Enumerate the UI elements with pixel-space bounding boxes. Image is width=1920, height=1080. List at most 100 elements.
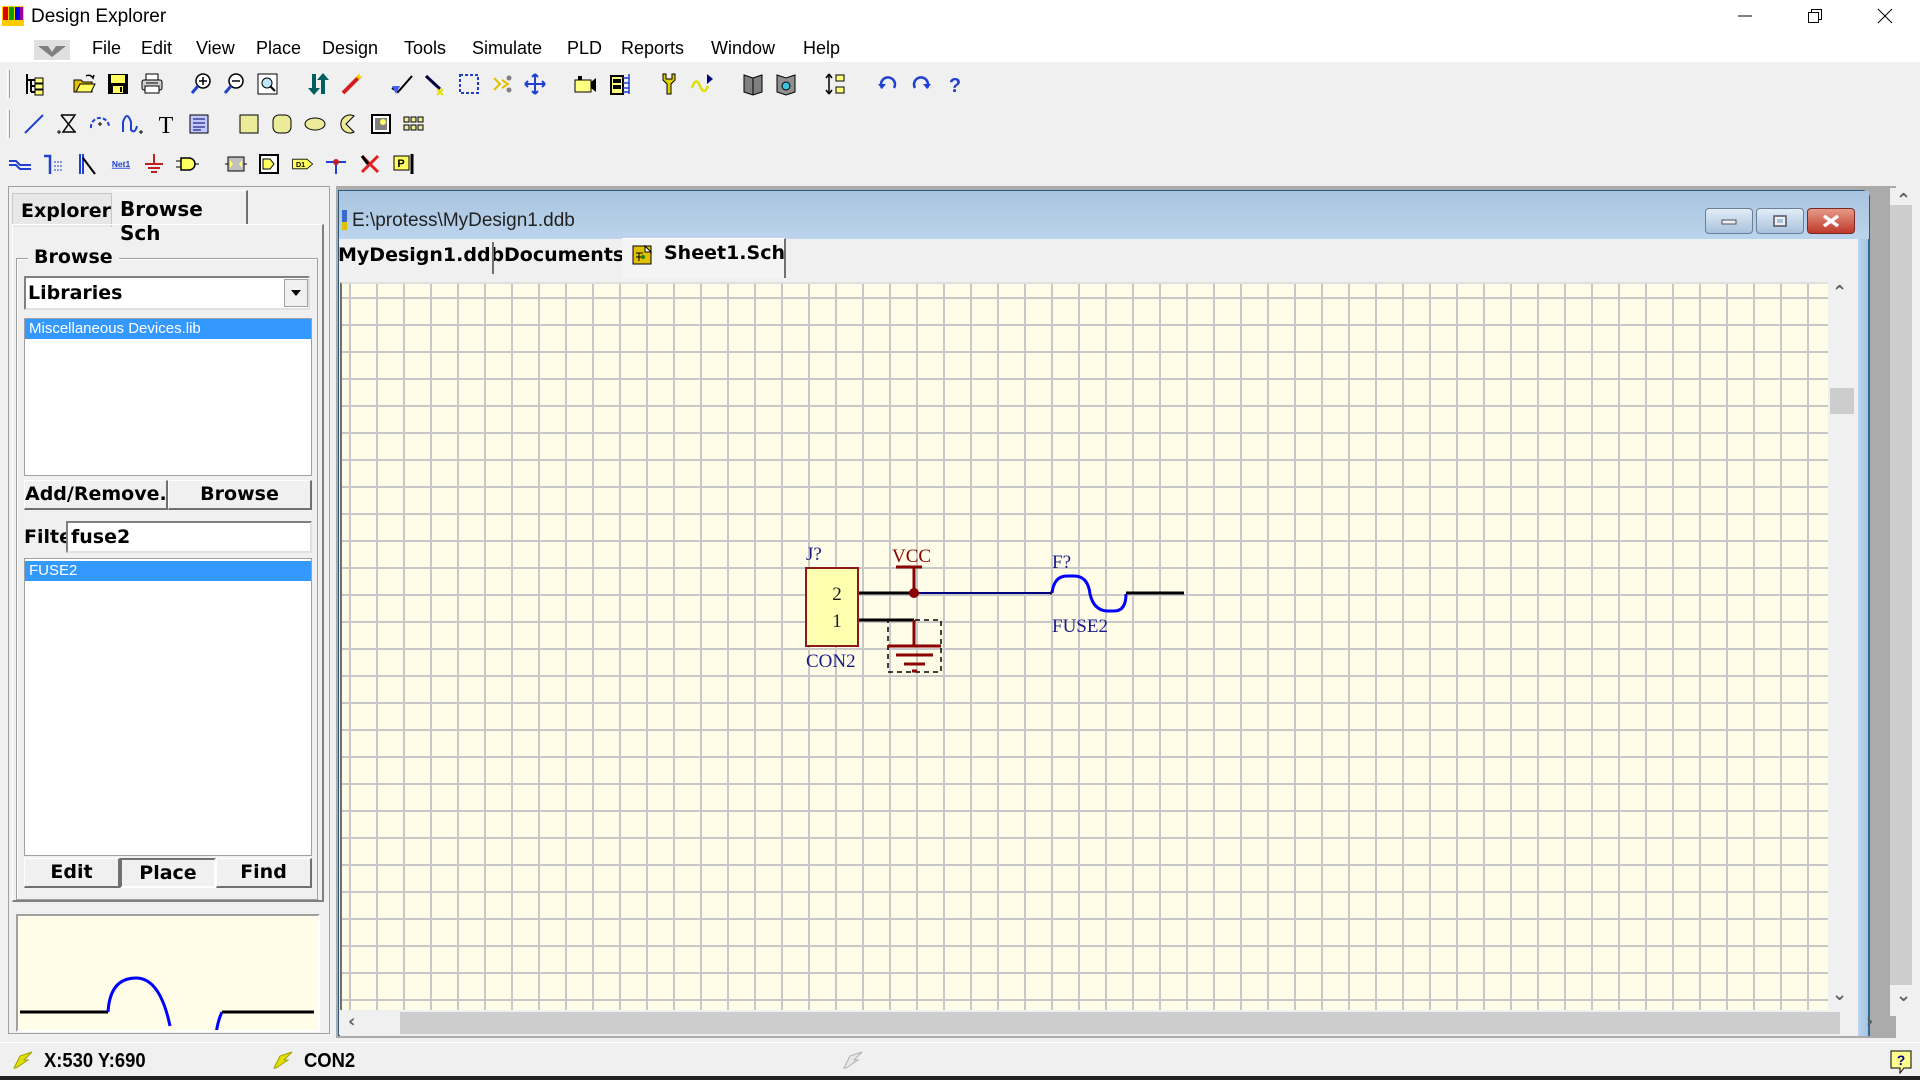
- sheet-vertical-scroll-thumb[interactable]: [1830, 388, 1854, 414]
- menu-reports[interactable]: Reports: [621, 38, 684, 59]
- browse-button[interactable]: Browse: [168, 480, 312, 510]
- port-button[interactable]: D1: [288, 150, 318, 178]
- round-rectangle-button[interactable]: [268, 110, 296, 138]
- sheet-scroll-up-icon[interactable]: ⌃: [1832, 282, 1847, 303]
- ellipse-button[interactable]: [301, 110, 329, 138]
- pcb-layout-button[interactable]: P: [389, 150, 417, 178]
- simulate-button[interactable]: [689, 70, 717, 98]
- system-menu-button[interactable]: [34, 40, 70, 60]
- text-button[interactable]: T: [152, 110, 180, 138]
- add-remove-button[interactable]: Add/Remove...: [24, 480, 181, 510]
- open-button[interactable]: [70, 70, 98, 98]
- bezier-button[interactable]: [119, 110, 147, 138]
- no-erc-button[interactable]: [356, 150, 384, 178]
- arc-button[interactable]: [86, 110, 114, 138]
- browse-sheets-button[interactable]: [338, 70, 366, 98]
- toolbar-grip[interactable]: [7, 70, 10, 98]
- move-cross-button[interactable]: [521, 70, 549, 98]
- toolbar-grip[interactable]: [7, 110, 10, 138]
- doc-restore-button[interactable]: [1756, 208, 1804, 234]
- increment-parts-button[interactable]: [822, 70, 850, 98]
- zoom-fit-button[interactable]: [254, 70, 282, 98]
- cross-probe-button[interactable]: [305, 70, 333, 98]
- bus-entry-button[interactable]: [73, 150, 101, 178]
- sheet-scroll-down-icon[interactable]: ⌄: [1832, 984, 1847, 1005]
- zoom-in-button[interactable]: [187, 70, 215, 98]
- select-area-button[interactable]: [455, 70, 483, 98]
- save-button[interactable]: [104, 70, 132, 98]
- workspace-vertical-scroll-thumb[interactable]: [1890, 205, 1912, 985]
- context-help-icon[interactable]: ?: [1890, 1050, 1912, 1074]
- deselect-button[interactable]: [488, 70, 516, 98]
- library-item[interactable]: Miscellaneous Devices.lib: [25, 319, 311, 339]
- menu-view[interactable]: View: [196, 38, 235, 59]
- junction-icon: [326, 159, 346, 174]
- menu-place[interactable]: Place: [256, 38, 301, 59]
- help-button[interactable]: ?: [941, 70, 969, 98]
- menu-simulate[interactable]: Simulate: [472, 38, 542, 59]
- filter-input[interactable]: [66, 521, 312, 553]
- component-list[interactable]: [24, 558, 312, 856]
- digital-objects-button[interactable]: [571, 70, 599, 98]
- tab-sheet1-sch[interactable]: Sheet1.Sch: [664, 242, 785, 264]
- wiring-tools-button[interactable]: [388, 70, 416, 98]
- browse-type-dropdown-button[interactable]: [284, 279, 308, 307]
- browse-type-value: Libraries: [28, 282, 123, 304]
- component-item[interactable]: FUSE2: [25, 561, 311, 581]
- print-button[interactable]: [138, 70, 166, 98]
- menu-design[interactable]: Design: [322, 38, 378, 59]
- junction-button[interactable]: [322, 150, 350, 178]
- text-frame-button[interactable]: [185, 110, 213, 138]
- menu-help[interactable]: Help: [803, 38, 840, 59]
- move-selection-button[interactable]: [421, 70, 449, 98]
- scroll-down-arrow-icon[interactable]: ⌄: [1896, 985, 1911, 1006]
- menu-edit[interactable]: Edit: [141, 38, 172, 59]
- power-port-button[interactable]: [140, 150, 168, 178]
- scroll-up-arrow-icon[interactable]: ⌃: [1896, 190, 1911, 211]
- restore-button[interactable]: [1780, 0, 1850, 32]
- probe-icon: [662, 73, 676, 95]
- tab-mydesign1-ddb[interactable]: MyDesign1.ddb: [338, 244, 504, 266]
- sheet-symbol-button[interactable]: [222, 150, 250, 178]
- close-button[interactable]: [1850, 0, 1920, 32]
- redo-button[interactable]: [907, 70, 935, 98]
- graphic-button[interactable]: [367, 110, 395, 138]
- menu-window[interactable]: Window: [711, 38, 775, 59]
- menu-pld[interactable]: PLD: [567, 38, 602, 59]
- edit-library-button[interactable]: [739, 70, 767, 98]
- sheet-scroll-right-icon[interactable]: ›: [1866, 1011, 1873, 1032]
- browse-library-button[interactable]: [772, 70, 800, 98]
- polygon-button[interactable]: [53, 110, 81, 138]
- rectangle-button[interactable]: [235, 110, 263, 138]
- fuse-component[interactable]: F? FUSE2: [1050, 552, 1184, 637]
- sheet-scroll-left-icon[interactable]: ‹: [348, 1011, 355, 1032]
- pie-button[interactable]: [334, 110, 362, 138]
- zoom-out-button[interactable]: [220, 70, 248, 98]
- line-button[interactable]: [20, 110, 48, 138]
- wire-button[interactable]: [6, 150, 34, 178]
- tab-browse-sch[interactable]: Browse Sch: [112, 190, 248, 245]
- find-button[interactable]: Find: [216, 858, 312, 888]
- menu-file[interactable]: File: [92, 38, 121, 59]
- minimize-button[interactable]: [1710, 0, 1780, 32]
- doc-minimize-button[interactable]: [1705, 208, 1753, 234]
- probe-button[interactable]: [655, 70, 683, 98]
- place-button[interactable]: Place: [120, 858, 216, 888]
- bus-button[interactable]: [40, 150, 68, 178]
- design-manager-button[interactable]: [21, 70, 49, 98]
- undo-button[interactable]: [874, 70, 902, 98]
- edit-button[interactable]: Edit: [24, 858, 120, 888]
- sheet-entry-button[interactable]: [255, 150, 283, 178]
- library-list[interactable]: [24, 318, 312, 476]
- tab-explorer[interactable]: Explorer: [12, 193, 112, 227]
- vcc-power-port[interactable]: VCC: [892, 546, 931, 593]
- ground-power-port[interactable]: [887, 619, 942, 673]
- tab-documents[interactable]: Documents: [504, 244, 624, 266]
- net-label-button[interactable]: Net1: [104, 150, 138, 178]
- part-button[interactable]: [173, 150, 201, 178]
- sheet-horizontal-scroll-thumb[interactable]: [400, 1012, 1840, 1034]
- menu-tools[interactable]: Tools: [404, 38, 446, 59]
- doc-close-button[interactable]: [1807, 208, 1855, 234]
- place-part-button[interactable]: [605, 70, 633, 98]
- array-button[interactable]: [400, 110, 428, 138]
